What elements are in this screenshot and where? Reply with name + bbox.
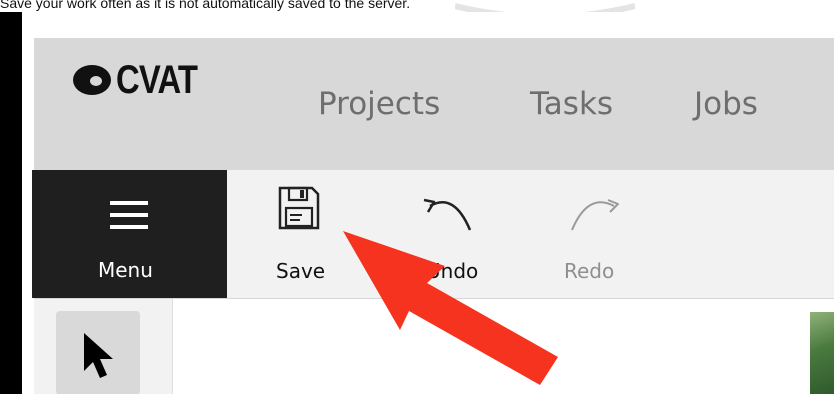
controls-sidebar	[34, 299, 173, 394]
menu-button[interactable]: Menu	[32, 170, 227, 298]
undo-button[interactable]: Undo	[400, 182, 510, 288]
page: Save your work often as it is not automa…	[0, 0, 834, 394]
cvat-screenshot: CVAT Projects Tasks Jobs Menu Save Undo …	[22, 12, 834, 394]
redo-button[interactable]: Redo	[552, 182, 652, 288]
frame-image-preview	[810, 312, 834, 394]
cursor-arrow-icon	[84, 333, 113, 378]
redo-label: Redo	[564, 259, 615, 283]
undo-arrow-icon	[423, 198, 472, 231]
nav-tasks[interactable]: Tasks	[530, 86, 613, 122]
cursor-tool-button[interactable]	[56, 311, 140, 394]
undo-label: Undo	[426, 259, 479, 283]
logo-text: CVAT	[116, 57, 198, 102]
nav-jobs[interactable]: Jobs	[694, 86, 758, 122]
redo-arrow-icon	[571, 199, 619, 231]
hamburger-icon	[110, 201, 148, 229]
floppy-disk-icon	[278, 186, 320, 230]
caption-text: Save your work often as it is not automa…	[0, 0, 411, 11]
nav-projects[interactable]: Projects	[318, 86, 440, 122]
save-label: Save	[276, 259, 326, 283]
cvat-logo[interactable]: CVAT	[72, 56, 215, 104]
left-edge-bar	[0, 12, 22, 394]
save-button[interactable]: Save	[262, 182, 352, 288]
menu-label: Menu	[98, 258, 153, 282]
cvat-logo-icon	[73, 65, 111, 95]
screenshot-top-strip	[22, 12, 834, 38]
